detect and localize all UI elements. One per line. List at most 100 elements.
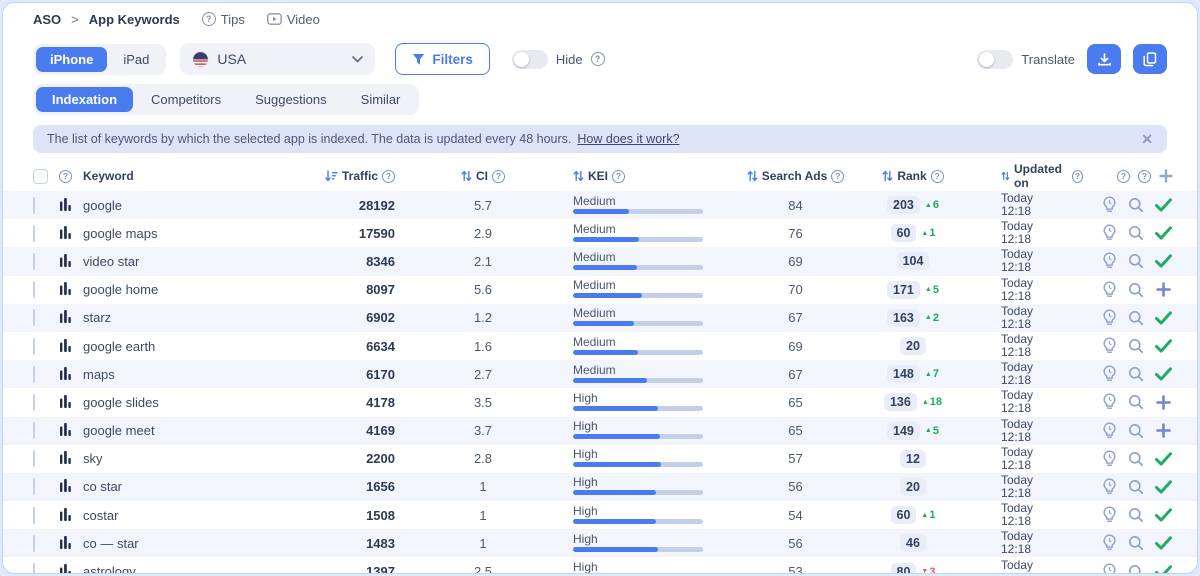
tracked-keyword-button[interactable] — [1153, 364, 1173, 384]
translate-toggle[interactable] — [977, 50, 1013, 69]
keyword-cell[interactable]: google earth — [83, 339, 293, 354]
updated-help-icon[interactable]: ? — [1072, 170, 1083, 183]
search-button[interactable] — [1126, 280, 1146, 300]
keyword-cell[interactable]: google — [83, 198, 293, 213]
search-button[interactable] — [1126, 251, 1146, 271]
add-keyword-button[interactable] — [1153, 421, 1173, 441]
bulb-button[interactable] — [1099, 308, 1119, 328]
tracked-keyword-button[interactable] — [1153, 251, 1173, 271]
device-tab-ipad[interactable]: iPad — [109, 47, 163, 72]
row-checkbox[interactable] — [33, 225, 35, 242]
tab-indexation[interactable]: Indexation — [36, 87, 133, 112]
col-rank-header[interactable]: Rank ? — [853, 169, 973, 183]
search-ads-help-icon[interactable]: ? — [831, 170, 844, 183]
bulb-button[interactable] — [1099, 505, 1119, 525]
keyword-cell[interactable]: costar — [83, 508, 293, 523]
bulb-button[interactable] — [1099, 280, 1119, 300]
search-button[interactable] — [1126, 195, 1146, 215]
search-button[interactable] — [1126, 364, 1146, 384]
tracked-keyword-button[interactable] — [1153, 449, 1173, 469]
add-keyword-button[interactable] — [1153, 280, 1173, 300]
row-checkbox[interactable] — [33, 253, 35, 270]
country-select[interactable]: USA — [180, 43, 375, 75]
bulb-button[interactable] — [1099, 195, 1119, 215]
keyword-cell[interactable]: video star — [83, 254, 293, 269]
tracked-keyword-button[interactable] — [1153, 562, 1173, 574]
actions-help-icon-1[interactable]: ? — [1117, 170, 1130, 183]
tracked-keyword-button[interactable] — [1153, 308, 1173, 328]
search-button[interactable] — [1126, 477, 1146, 497]
search-button[interactable] — [1126, 449, 1146, 469]
col-ci-header[interactable]: CI ? — [413, 169, 553, 183]
keyword-cell[interactable]: sky — [83, 451, 293, 466]
tips-link[interactable]: ? Tips — [202, 12, 245, 27]
row-checkbox[interactable] — [33, 450, 35, 467]
search-button[interactable] — [1126, 505, 1146, 525]
row-checkbox[interactable] — [33, 535, 35, 552]
tracked-keyword-button[interactable] — [1153, 195, 1173, 215]
row-checkbox[interactable] — [33, 338, 35, 355]
bulb-button[interactable] — [1099, 533, 1119, 553]
row-checkbox[interactable] — [33, 478, 35, 495]
hide-toggle[interactable] — [512, 50, 548, 69]
bulb-button[interactable] — [1099, 364, 1119, 384]
row-checkbox[interactable] — [33, 563, 35, 574]
keyword-cell[interactable]: astrology — [83, 564, 293, 574]
actions-help-icon-2[interactable]: ? — [1138, 170, 1151, 183]
tab-suggestions[interactable]: Suggestions — [239, 87, 343, 112]
row-checkbox[interactable] — [33, 197, 35, 214]
keyword-cell[interactable]: co star — [83, 479, 293, 494]
col-updated-header[interactable]: Updated on ? — [973, 162, 1083, 190]
video-link[interactable]: Video — [267, 12, 320, 27]
search-button[interactable] — [1126, 308, 1146, 328]
tracked-keyword-button[interactable] — [1153, 533, 1173, 553]
col-search-ads-header[interactable]: Search Ads ? — [738, 169, 853, 183]
bulb-button[interactable] — [1099, 336, 1119, 356]
search-button[interactable] — [1126, 336, 1146, 356]
keyword-cell[interactable]: google maps — [83, 226, 293, 241]
tracked-keyword-button[interactable] — [1153, 336, 1173, 356]
bulb-button[interactable] — [1099, 392, 1119, 412]
filters-button[interactable]: Filters — [395, 43, 490, 75]
tracked-keyword-button[interactable] — [1153, 477, 1173, 497]
search-button[interactable] — [1126, 392, 1146, 412]
select-all-checkbox[interactable] — [33, 169, 48, 184]
kei-help-icon[interactable]: ? — [612, 170, 625, 183]
keyword-cell[interactable]: starz — [83, 310, 293, 325]
search-button[interactable] — [1126, 223, 1146, 243]
bulb-button[interactable] — [1099, 251, 1119, 271]
breadcrumb-root[interactable]: ASO — [33, 12, 61, 27]
search-button[interactable] — [1126, 562, 1146, 574]
keyword-cell[interactable]: maps — [83, 367, 293, 382]
ci-help-icon[interactable]: ? — [492, 170, 505, 183]
keyword-cell[interactable]: google slides — [83, 395, 293, 410]
row-checkbox[interactable] — [33, 507, 35, 524]
bulb-button[interactable] — [1099, 421, 1119, 441]
row-checkbox[interactable] — [33, 422, 35, 439]
row-checkbox[interactable] — [33, 281, 35, 298]
keyword-cell[interactable]: co — star — [83, 536, 293, 551]
row-checkbox[interactable] — [33, 394, 35, 411]
bulb-button[interactable] — [1099, 562, 1119, 574]
bulb-button[interactable] — [1099, 449, 1119, 469]
col-keyword[interactable]: Keyword — [83, 169, 134, 183]
how-does-it-work-link[interactable]: How does it work? — [577, 132, 679, 146]
search-button[interactable] — [1126, 421, 1146, 441]
col-traffic-header[interactable]: Traffic ? — [293, 169, 413, 183]
keyword-cell[interactable]: google meet — [83, 423, 293, 438]
add-column-icon[interactable] — [1159, 169, 1173, 183]
rank-help-icon[interactable]: ? — [931, 170, 944, 183]
row-checkbox[interactable] — [33, 366, 35, 383]
tracked-keyword-button[interactable] — [1153, 505, 1173, 525]
copy-button[interactable] — [1133, 44, 1167, 74]
banner-close-icon[interactable]: ✕ — [1141, 132, 1153, 146]
tab-competitors[interactable]: Competitors — [135, 87, 237, 112]
keyword-cell[interactable]: google home — [83, 282, 293, 297]
row-checkbox[interactable] — [33, 309, 35, 326]
search-button[interactable] — [1126, 533, 1146, 553]
tab-similar[interactable]: Similar — [345, 87, 417, 112]
tracked-keyword-button[interactable] — [1153, 223, 1173, 243]
download-button[interactable] — [1087, 44, 1121, 74]
bulb-button[interactable] — [1099, 477, 1119, 497]
bulb-button[interactable] — [1099, 223, 1119, 243]
